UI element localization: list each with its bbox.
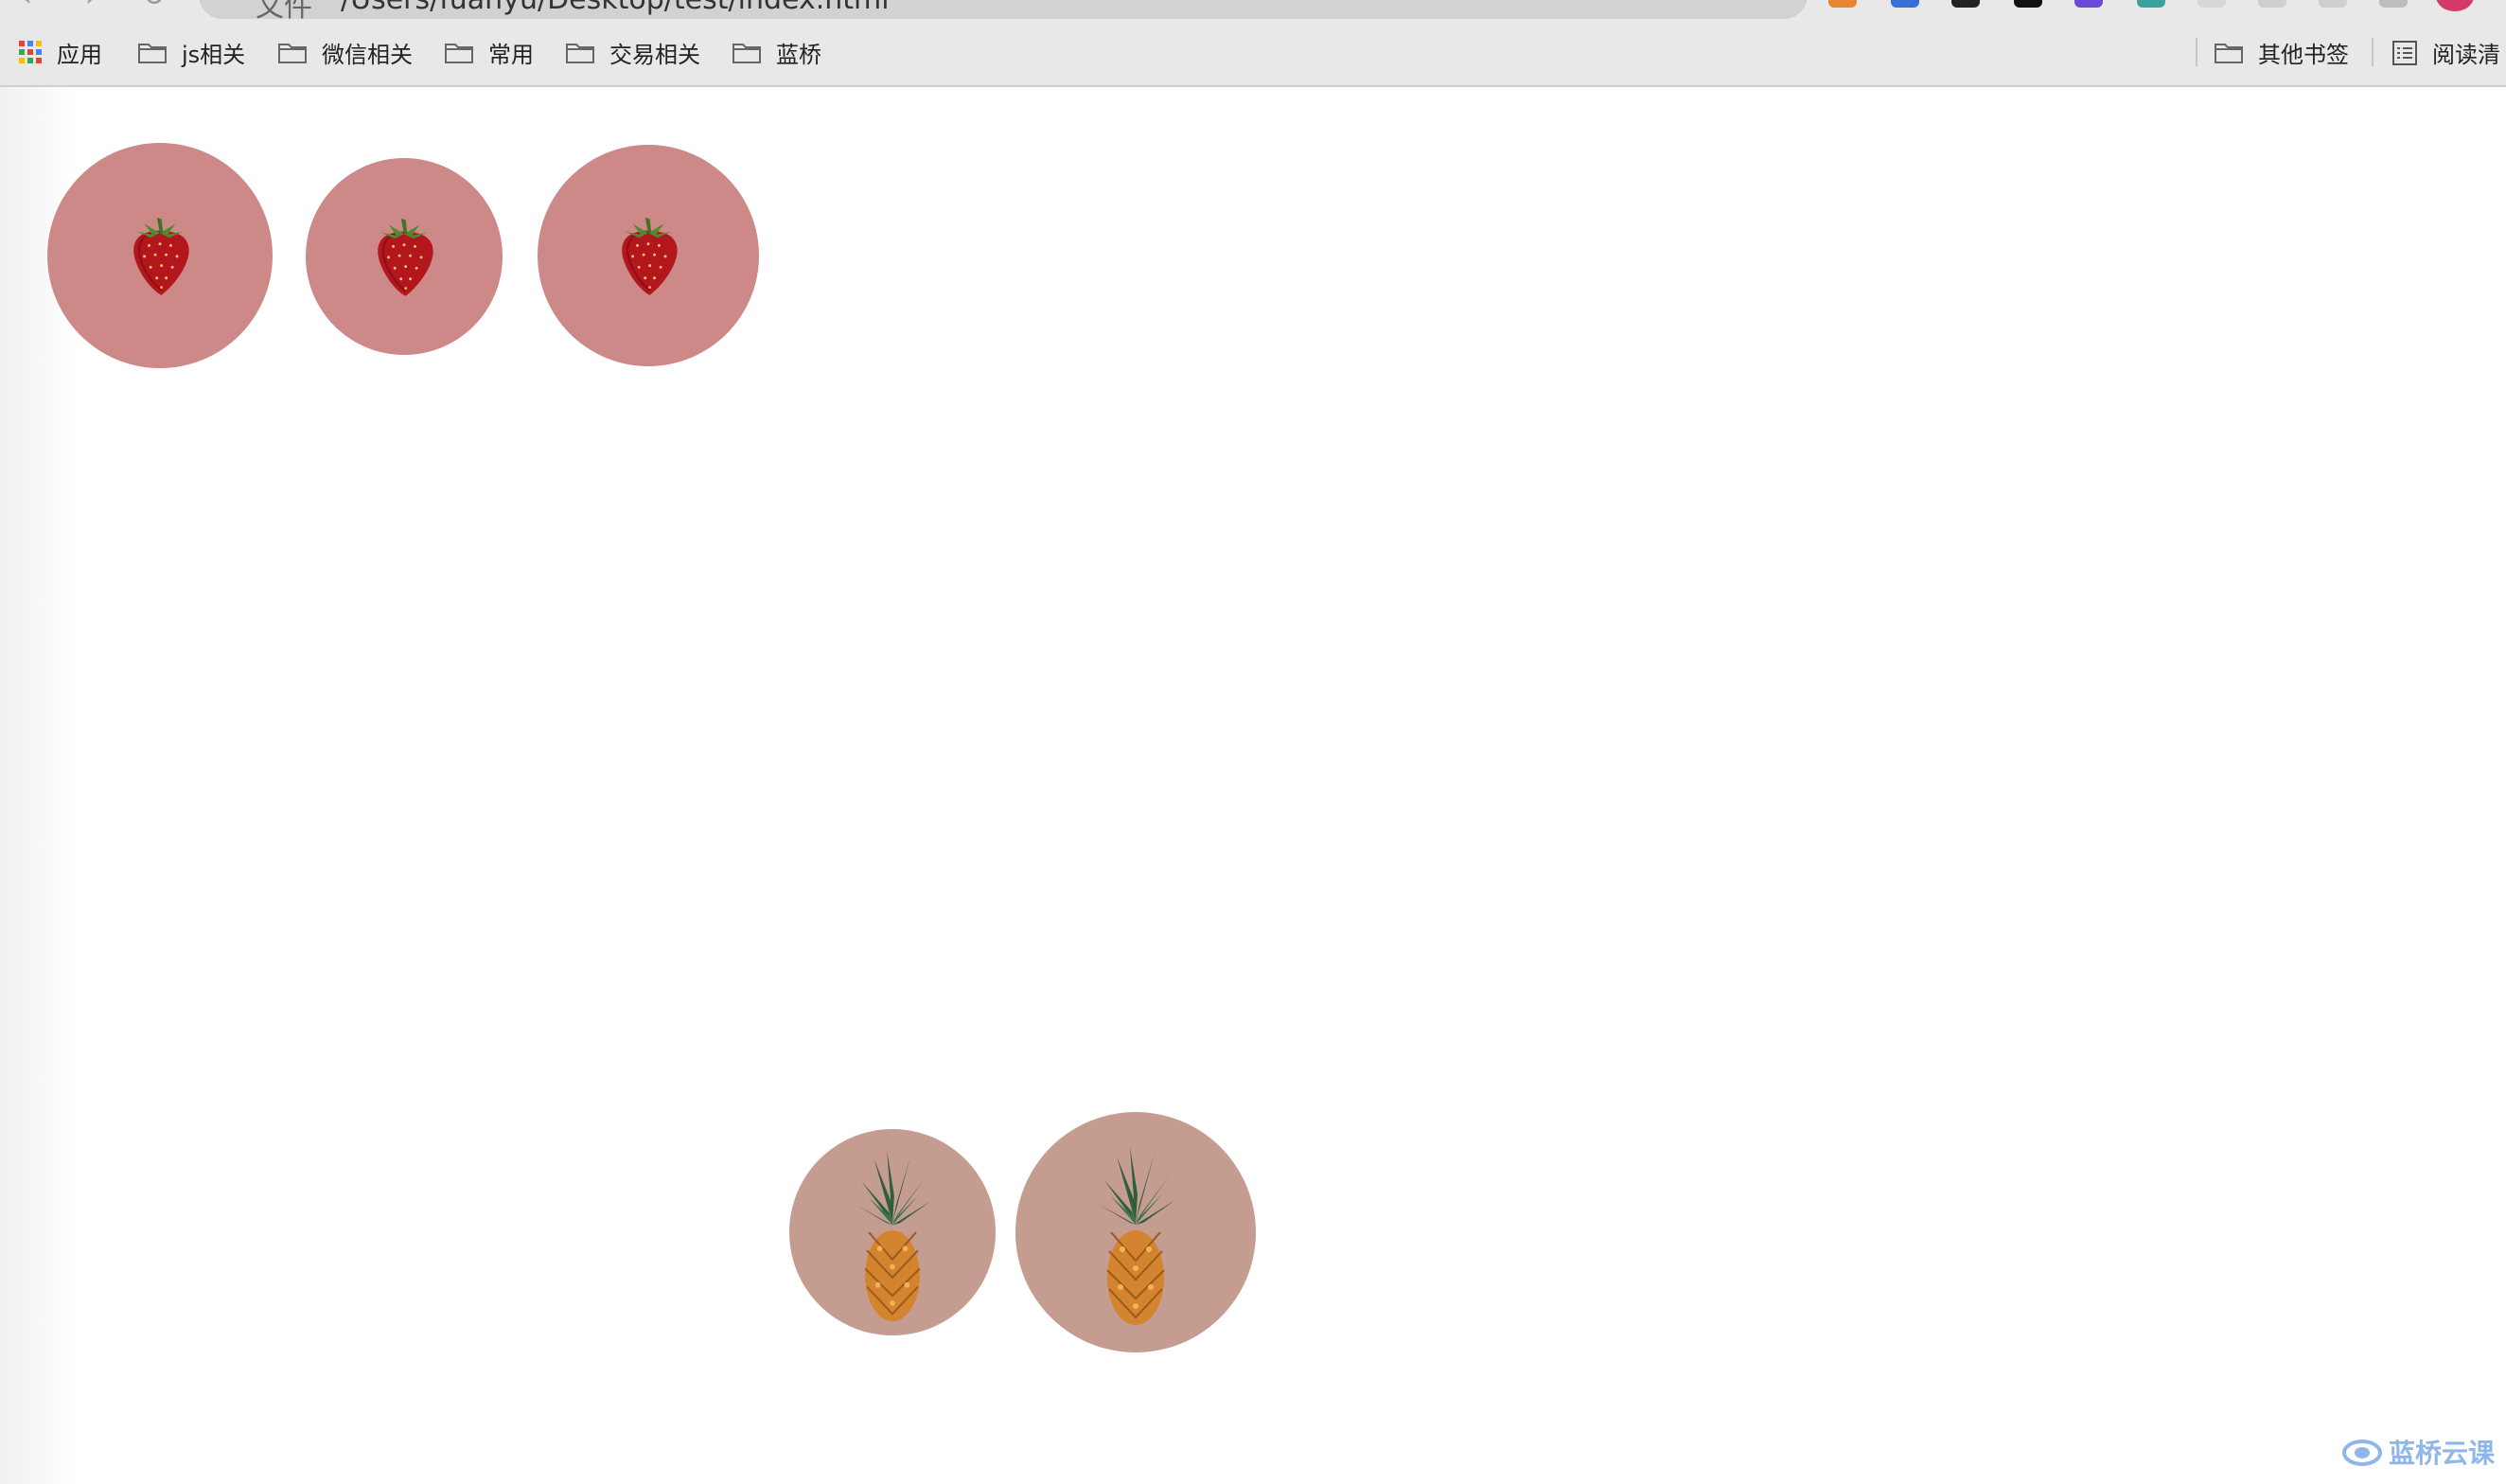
- pineapple-icon: [847, 1138, 938, 1327]
- extension-icon[interactable]: [2319, 0, 2347, 8]
- reading-list[interactable]: 阅读清: [2392, 36, 2500, 68]
- bookmark-label: 蓝桥: [776, 41, 821, 68]
- watermark-text: 蓝桥云课: [2388, 1438, 2495, 1469]
- strawberry-icon: [365, 213, 443, 300]
- cloud-logo-icon: [2341, 1440, 2382, 1466]
- watermark-logo: 蓝桥云课: [2341, 1433, 2495, 1471]
- reading-list-icon: [2392, 41, 2417, 65]
- extension-icon[interactable]: [1951, 0, 1980, 8]
- avatar[interactable]: [2436, 0, 2474, 11]
- extension-icon[interactable]: [1828, 0, 1857, 8]
- bookmarks-divider: [2372, 38, 2374, 66]
- bookmark-folder[interactable]: 常用: [445, 36, 534, 68]
- browser-toolbar: ‹ › ↻ 文件 /Users/fuanyu/Desktop/test/inde…: [0, 0, 2506, 87]
- apps-grid-icon: [19, 41, 42, 63]
- address-bar[interactable]: 文件 /Users/fuanyu/Desktop/test/index.html: [199, 0, 1808, 24]
- fruit-strawberry[interactable]: [306, 158, 503, 355]
- bookmark-folder[interactable]: js相关: [138, 36, 245, 68]
- extension-icon[interactable]: [2197, 0, 2226, 8]
- fruit-pineapple[interactable]: [789, 1129, 996, 1335]
- bookmark-label: 应用: [57, 41, 102, 68]
- bookmark-label: 微信相关: [322, 41, 413, 68]
- bookmark-folder[interactable]: 蓝桥: [732, 36, 821, 68]
- bookmark-label: js相关: [182, 41, 246, 68]
- extension-icon[interactable]: [2137, 0, 2165, 8]
- extension-icon[interactable]: [2258, 0, 2286, 8]
- folder-icon: [732, 41, 761, 63]
- forward-icon[interactable]: ›: [85, 0, 114, 11]
- strawberry-icon: [609, 212, 687, 299]
- folder-icon: [2215, 41, 2243, 63]
- puzzle-icon[interactable]: [2379, 0, 2408, 8]
- address-scheme: 文件: [256, 0, 312, 24]
- bookmarks-bar: 应用 js相关 微信相关 常用 交易相关 蓝桥 其他书签 阅读清: [0, 30, 2506, 74]
- fruit-strawberry[interactable]: [47, 143, 273, 368]
- folder-icon: [445, 41, 473, 63]
- bookmarks-divider: [2196, 38, 2197, 66]
- folder-icon: [566, 41, 594, 63]
- reload-icon[interactable]: ↻: [142, 0, 170, 11]
- fruit-pineapple[interactable]: [1015, 1112, 1256, 1352]
- bookmark-label: 交易相关: [609, 41, 700, 68]
- extension-icon[interactable]: [2074, 0, 2103, 8]
- folder-icon: [278, 41, 307, 63]
- bookmark-label: 常用: [488, 41, 534, 68]
- pineapple-icon: [1088, 1133, 1183, 1332]
- back-icon[interactable]: ‹: [21, 0, 49, 11]
- strawberry-icon: [121, 212, 199, 299]
- bookmark-label: 其他书签: [2258, 41, 2349, 68]
- folder-icon: [138, 41, 167, 63]
- bookmark-label: 阅读清: [2432, 41, 2500, 68]
- bookmark-folder[interactable]: 微信相关: [278, 36, 413, 68]
- address-url[interactable]: /Users/fuanyu/Desktop/test/index.html: [341, 0, 890, 16]
- bookmark-other[interactable]: 其他书签: [2215, 36, 2349, 68]
- bookmark-folder[interactable]: 交易相关: [566, 36, 700, 68]
- bookmark-apps[interactable]: 应用: [19, 36, 102, 68]
- extension-icon[interactable]: [1891, 0, 1919, 8]
- fruit-strawberry[interactable]: [538, 145, 759, 366]
- extension-icon[interactable]: [2014, 0, 2042, 8]
